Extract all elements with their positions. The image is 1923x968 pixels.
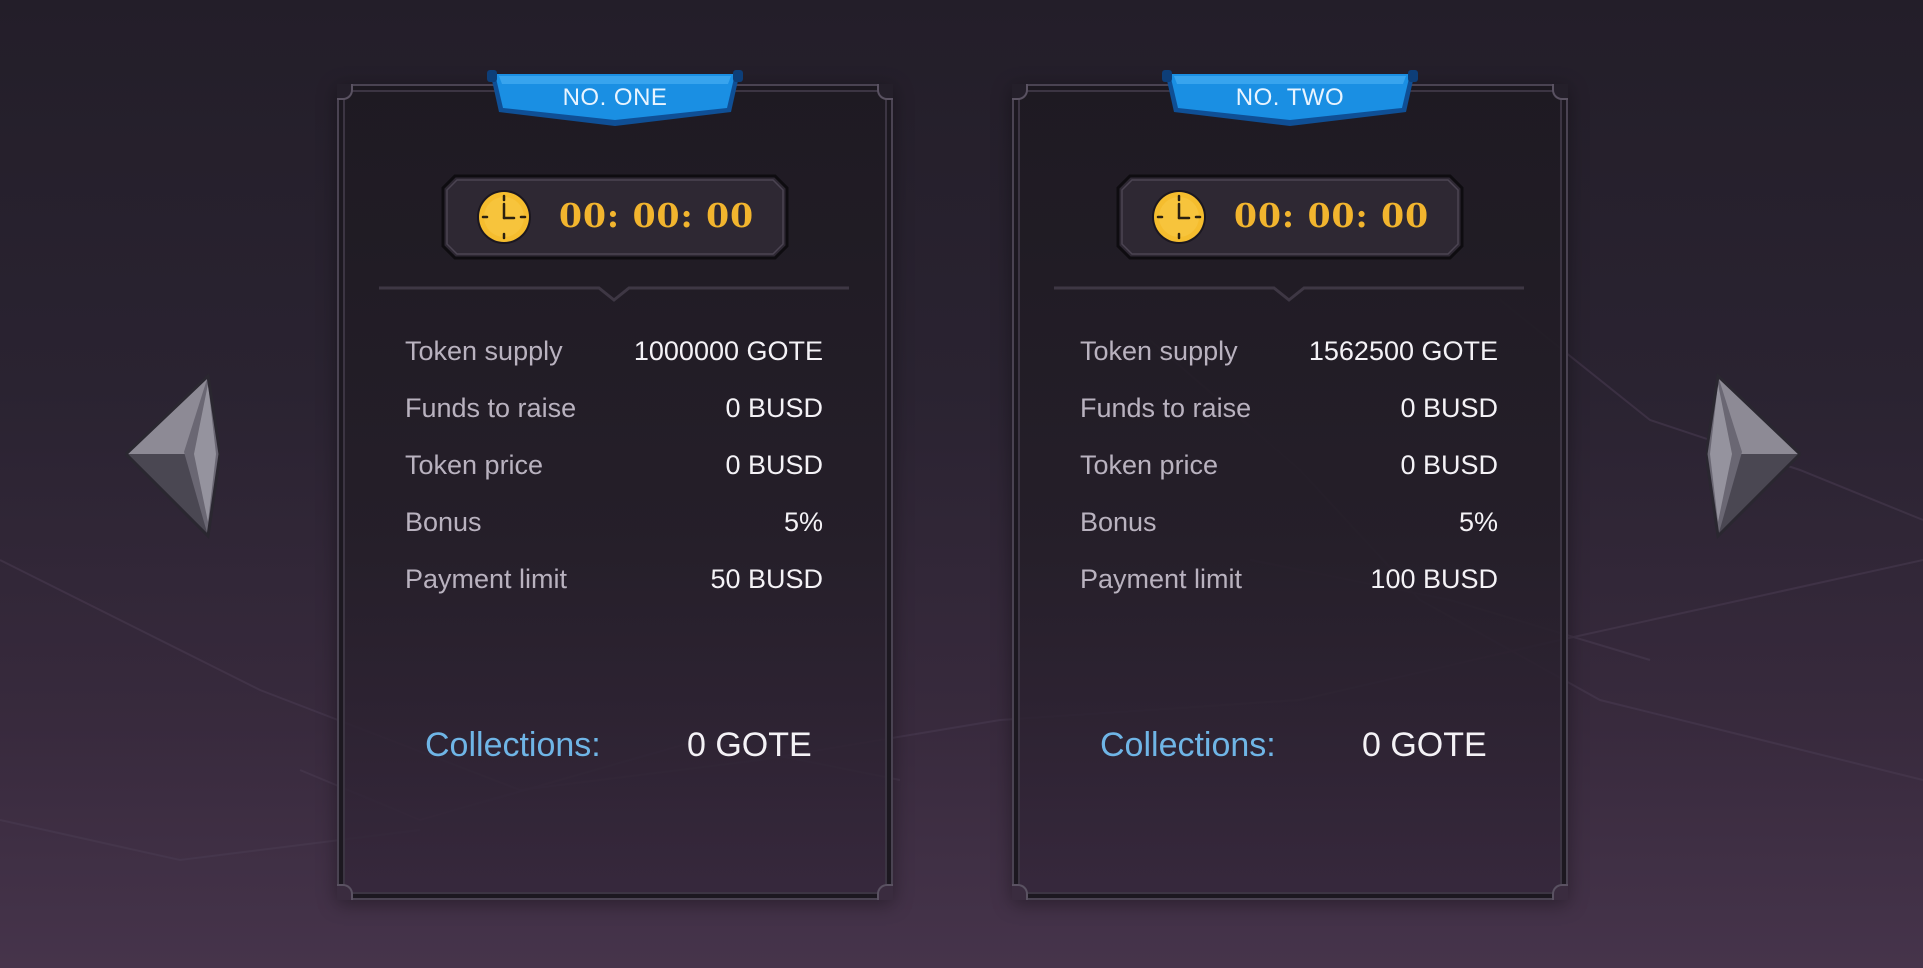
arrow-right-icon <box>1704 372 1802 540</box>
sale-card-one: NO. ONE 00: 00: 00 Token supply 1000000 … <box>337 70 893 900</box>
stat-label: Payment limit <box>405 564 568 594</box>
stats-list: Token supply 1000000 GOTE Funds to raise… <box>405 336 823 621</box>
stat-value: 1562500 GOTE <box>1308 336 1498 366</box>
stat-value: 0 BUSD <box>1400 393 1498 423</box>
collections-value: 0 GOTE <box>1362 726 1487 764</box>
stat-label: Bonus <box>1080 507 1157 537</box>
timer-value: 00: 00: 00 <box>559 196 755 235</box>
card-title: NO. ONE <box>562 84 668 111</box>
stat-value: 5% <box>783 507 823 537</box>
collections-row: Collections: 0 GOTE <box>339 726 891 766</box>
card-title: NO. TWO <box>1235 84 1345 111</box>
stat-row-bonus: Bonus 5% <box>1080 507 1498 564</box>
stat-row-token-supply: Token supply 1562500 GOTE <box>1080 336 1498 393</box>
prev-arrow-button[interactable] <box>124 372 222 542</box>
stat-value: 1000000 GOTE <box>633 336 823 366</box>
stat-label: Token price <box>405 450 544 480</box>
stat-row-token-price: Token price 0 BUSD <box>1080 450 1498 507</box>
stat-label: Bonus <box>405 507 482 537</box>
next-arrow-button[interactable] <box>1704 372 1802 542</box>
stat-row-payment-limit: Payment limit 100 BUSD <box>1080 564 1498 621</box>
stat-row-payment-limit: Payment limit 50 BUSD <box>405 564 823 621</box>
stat-value: 5% <box>1458 507 1498 537</box>
stat-label: Funds to raise <box>405 393 577 423</box>
stat-label: Token price <box>1080 450 1219 480</box>
stat-label: Payment limit <box>1080 564 1243 594</box>
clock-icon <box>1152 190 1206 244</box>
card-banner: NO. TWO <box>1160 70 1420 132</box>
stat-row-token-supply: Token supply 1000000 GOTE <box>405 336 823 393</box>
timer-value: 00: 00: 00 <box>1234 196 1430 235</box>
collections-row: Collections: 0 GOTE <box>1014 726 1566 766</box>
stat-value: 50 BUSD <box>710 564 823 594</box>
divider <box>379 286 849 302</box>
collections-label: Collections: <box>425 726 601 764</box>
stat-row-funds-to-raise: Funds to raise 0 BUSD <box>1080 393 1498 450</box>
sale-card-two: NO. TWO 00: 00: 00 Token supply 1562500 … <box>1012 70 1568 900</box>
stat-row-token-price: Token price 0 BUSD <box>405 450 823 507</box>
stat-row-funds-to-raise: Funds to raise 0 BUSD <box>405 393 823 450</box>
stat-value: 100 BUSD <box>1370 564 1498 594</box>
stat-label: Token supply <box>1080 336 1238 366</box>
stat-value: 0 BUSD <box>1400 450 1498 480</box>
stat-row-bonus: Bonus 5% <box>405 507 823 564</box>
stat-value: 0 BUSD <box>725 393 823 423</box>
countdown-timer: 00: 00: 00 <box>441 174 789 260</box>
divider <box>1054 286 1524 302</box>
clock-icon <box>477 190 531 244</box>
collections-value: 0 GOTE <box>687 726 812 764</box>
arrow-left-icon <box>124 372 222 540</box>
stats-list: Token supply 1562500 GOTE Funds to raise… <box>1080 336 1498 621</box>
countdown-timer: 00: 00: 00 <box>1116 174 1464 260</box>
stat-value: 0 BUSD <box>725 450 823 480</box>
stat-label: Funds to raise <box>1080 393 1252 423</box>
stat-label: Token supply <box>405 336 563 366</box>
collections-label: Collections: <box>1100 726 1276 764</box>
card-banner: NO. ONE <box>485 70 745 132</box>
background-crack-lines <box>0 299 1923 862</box>
